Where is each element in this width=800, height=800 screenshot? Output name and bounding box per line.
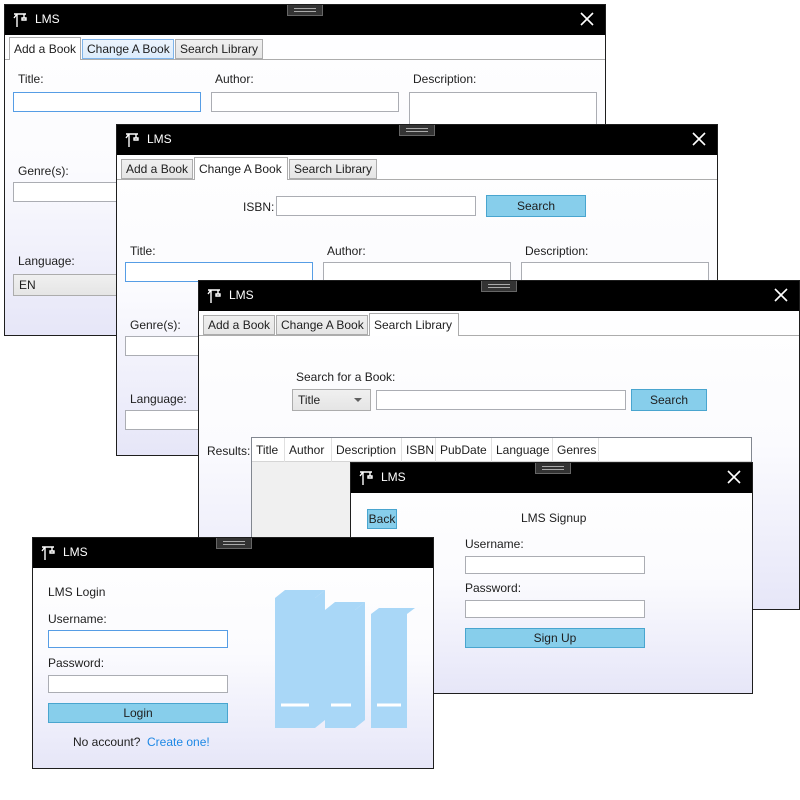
column-header-author[interactable]: Author: [285, 438, 332, 462]
password-label: Password:: [465, 581, 522, 595]
sign-up-button[interactable]: Sign Up: [465, 628, 645, 648]
results-label: Results:: [207, 444, 251, 458]
no-account-text: No account?: [73, 735, 141, 749]
author-label: Author:: [327, 244, 366, 258]
tab-change-book[interactable]: Change A Book: [276, 315, 368, 335]
tab-search-library[interactable]: Search Library: [175, 39, 263, 59]
genres-label: Genre(s):: [18, 164, 69, 178]
close-icon[interactable]: [687, 127, 711, 151]
column-header-pubdate[interactable]: PubDate: [436, 438, 492, 462]
window-title: LMS: [381, 470, 406, 484]
description-label: Description:: [413, 72, 477, 86]
tab-change-book[interactable]: Change A Book: [194, 157, 288, 180]
window-title: LMS: [63, 545, 88, 559]
username-label: Username:: [465, 537, 524, 551]
login-password-field[interactable]: [48, 675, 228, 693]
column-header-description[interactable]: Description: [332, 438, 402, 462]
description-label: Description:: [525, 244, 589, 258]
tab-add-book[interactable]: Add a Book: [9, 37, 81, 60]
language-value: EN: [19, 278, 36, 292]
login-username-field[interactable]: [48, 630, 228, 648]
tab-search-library[interactable]: Search Library: [289, 159, 377, 179]
lamp-post-icon: [207, 289, 221, 303]
back-button[interactable]: Back: [367, 509, 397, 529]
author-field[interactable]: [211, 92, 399, 112]
drag-handle[interactable]: [216, 538, 252, 549]
window-title: LMS: [229, 288, 254, 302]
search-button[interactable]: Search: [631, 389, 707, 411]
books-icon: [275, 590, 415, 728]
signup-heading: LMS Signup: [521, 511, 587, 525]
window-title: LMS: [35, 12, 60, 26]
results-table-header: Title Author Description ISBN PubDate La…: [252, 438, 751, 462]
drag-handle[interactable]: [287, 5, 323, 16]
login-window: LMS LMS Login Username: Password: Login …: [32, 537, 434, 769]
password-label: Password:: [48, 656, 105, 670]
title-bar[interactable]: LMS: [199, 281, 799, 311]
search-filter-select[interactable]: Title: [292, 389, 371, 411]
search-input[interactable]: [376, 390, 626, 410]
chevron-down-icon: [354, 398, 362, 402]
close-icon[interactable]: [769, 283, 793, 307]
login-button[interactable]: Login: [48, 703, 228, 723]
signup-password-field[interactable]: [465, 600, 645, 618]
drag-handle[interactable]: [399, 125, 435, 136]
title-bar[interactable]: LMS: [5, 5, 605, 35]
title-bar[interactable]: LMS: [351, 463, 752, 493]
title-field[interactable]: [125, 262, 313, 282]
search-filter-value: Title: [298, 393, 321, 407]
create-account-link[interactable]: Create one!: [147, 735, 210, 749]
username-label: Username:: [48, 612, 107, 626]
tab-change-book[interactable]: Change A Book: [82, 39, 174, 59]
lamp-post-icon: [41, 546, 55, 560]
login-heading: LMS Login: [48, 585, 106, 599]
title-label: Title:: [130, 244, 156, 258]
column-header-genres[interactable]: Genres: [553, 438, 599, 462]
language-label: Language:: [18, 254, 75, 268]
tab-search-library[interactable]: Search Library: [369, 313, 459, 336]
author-field[interactable]: [323, 262, 511, 282]
lamp-post-icon: [125, 133, 139, 147]
search-for-book-label: Search for a Book:: [296, 370, 396, 384]
title-bar[interactable]: LMS: [117, 125, 717, 155]
lamp-post-icon: [13, 13, 27, 27]
column-header-isbn[interactable]: ISBN: [402, 438, 436, 462]
language-label: Language:: [130, 392, 187, 406]
title-field[interactable]: [13, 92, 201, 112]
drag-handle[interactable]: [481, 281, 517, 292]
isbn-label: ISBN:: [243, 200, 275, 214]
tab-add-book[interactable]: Add a Book: [121, 159, 193, 179]
tab-add-book[interactable]: Add a Book: [203, 315, 275, 335]
lamp-post-icon: [359, 471, 373, 485]
close-icon[interactable]: [722, 465, 746, 489]
isbn-field[interactable]: [276, 196, 476, 216]
title-bar[interactable]: LMS: [33, 538, 433, 568]
author-label: Author:: [215, 72, 254, 86]
signup-username-field[interactable]: [465, 556, 645, 574]
drag-handle[interactable]: [535, 463, 571, 474]
column-header-language[interactable]: Language: [492, 438, 553, 462]
close-icon[interactable]: [575, 7, 599, 31]
search-button[interactable]: Search: [486, 195, 586, 217]
genres-label: Genre(s):: [130, 318, 181, 332]
title-label: Title:: [18, 72, 44, 86]
column-header-title[interactable]: Title: [252, 438, 285, 462]
window-title: LMS: [147, 132, 172, 146]
